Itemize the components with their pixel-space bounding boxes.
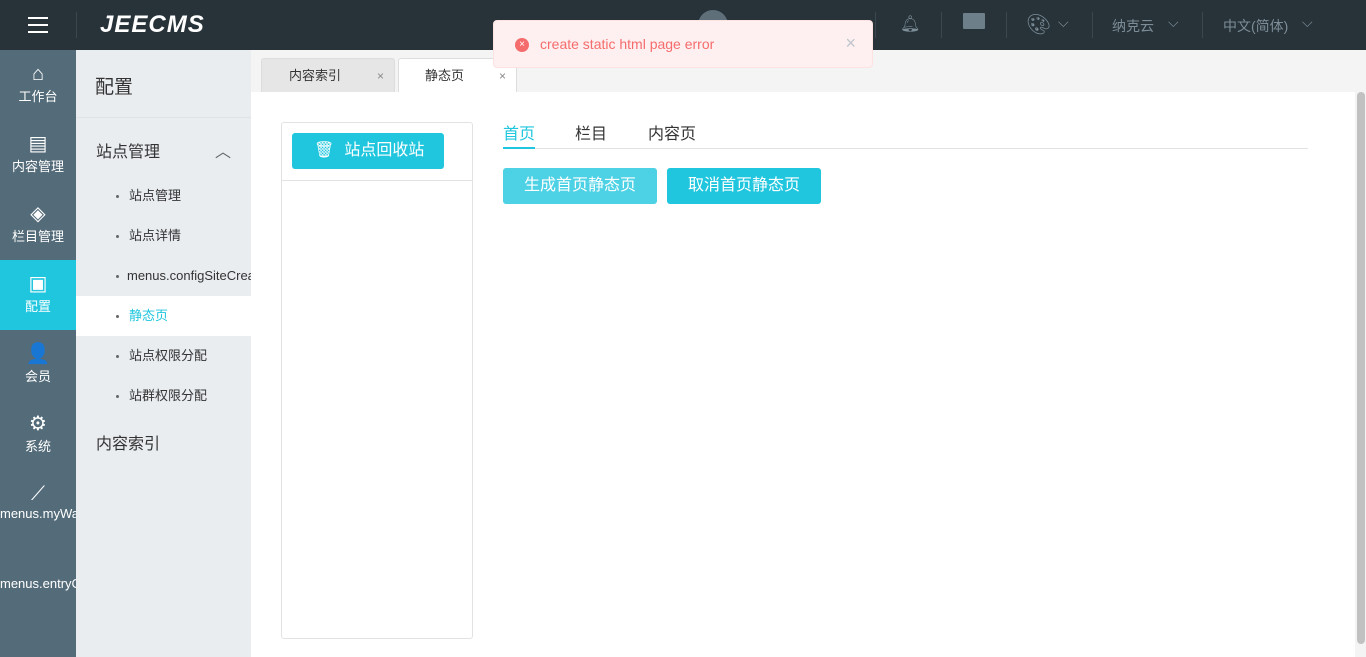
close-icon[interactable]: × [845, 33, 856, 54]
sidebar-item-system[interactable]: ⚙ 系统 [0, 400, 76, 470]
sidebar-item-content[interactable]: ▤ 内容管理 [0, 120, 76, 190]
toast-message: create static html page error [540, 36, 715, 52]
palette-icon[interactable]: 🎨︎ [1026, 12, 1051, 37]
sub-menu: 配置 站点管理︿ 站点管理 站点详情 menus.configSiteCreat… [76, 50, 251, 657]
bell-icon[interactable]: 🔔︎ [900, 14, 920, 34]
site-recycle-button[interactable]: 🗑︎ 站点回收站 [292, 133, 445, 169]
monitor-icon[interactable] [963, 13, 985, 29]
main-content: 🗑︎ 站点回收站 首页 栏目 内容页 生成首页静态页 取消首页静态页 [251, 92, 1355, 657]
sub-menu-title: 配置 [76, 50, 251, 118]
sidebar-item-member[interactable]: 👤 会员 [0, 330, 76, 400]
subtab-home[interactable]: 首页 [503, 120, 536, 149]
sidebar-item-channel[interactable]: ◈ 栏目管理 [0, 190, 76, 260]
logo: JEECMS [100, 11, 205, 38]
chevron-down-icon[interactable]: ⌵ [1302, 14, 1313, 31]
site-selector[interactable]: 纳克云 [1112, 16, 1154, 36]
main-sidebar: ⌂ 工作台 ▤ 内容管理 ◈ 栏目管理 ▣ 配置 👤 会员 ⚙ 系统 ⟋ menus.myWa… [0, 50, 76, 657]
tab-content-index[interactable]: 内容索引 × [261, 58, 395, 92]
close-icon[interactable]: × [377, 59, 384, 93]
group-site-management[interactable]: 站点管理 ︿ [76, 118, 251, 176]
chevron-down-icon[interactable]: ⌵ [1058, 14, 1069, 31]
home-icon: ⌂ [31, 63, 45, 85]
scrollbar[interactable] [1356, 92, 1366, 657]
generate-home-static-button[interactable]: 生成首页静态页 [503, 168, 657, 204]
language-selector[interactable]: 中文(简体) [1223, 16, 1288, 36]
chevron-up-icon: ︿ [214, 144, 231, 161]
user-icon: 👤 [25, 343, 51, 365]
submenu-item[interactable]: menus.configSiteCreate [76, 256, 251, 296]
site-tree-panel: 🗑︎ 站点回收站 [281, 122, 473, 639]
error-icon: × [515, 38, 529, 52]
submenu-item-active[interactable]: 静态页 [76, 296, 251, 336]
trash-icon: 🗑︎ [314, 142, 335, 159]
subtab-content[interactable]: 内容页 [648, 120, 696, 149]
submenu-item[interactable]: 站点管理 [76, 176, 251, 216]
chart-line-icon: ⟋ [31, 483, 45, 505]
submenu-item[interactable]: 站点详情 [76, 216, 251, 256]
gear-icon: ⚙ [29, 413, 47, 435]
sidebar-item-entry-check[interactable]: menus.entryCheck [0, 540, 76, 610]
submenu-content-index[interactable]: 内容索引 [76, 416, 251, 474]
layers-icon: ◈ [30, 203, 46, 225]
sidebar-item-my-wait-task[interactable]: ⟋menus.myWaitTask [0, 470, 76, 540]
sidebar-item-workbench[interactable]: ⌂ 工作台 [0, 50, 76, 120]
static-page-tabs: 首页 栏目 内容页 [503, 120, 1308, 149]
sidebar-item-config[interactable]: ▣ 配置 [0, 260, 76, 330]
hamburger-menu-icon[interactable] [28, 17, 48, 33]
cube-icon: ▣ [28, 273, 48, 295]
submenu-item[interactable]: 站点权限分配 [76, 336, 251, 376]
subtab-channel[interactable]: 栏目 [575, 120, 607, 149]
chevron-down-icon[interactable]: ⌵ [1168, 14, 1179, 31]
error-toast: × create static html page error × [493, 20, 873, 68]
submenu-item[interactable]: 站群权限分配 [76, 376, 251, 416]
document-icon: ▤ [28, 133, 48, 155]
cancel-home-static-button[interactable]: 取消首页静态页 [667, 168, 821, 204]
